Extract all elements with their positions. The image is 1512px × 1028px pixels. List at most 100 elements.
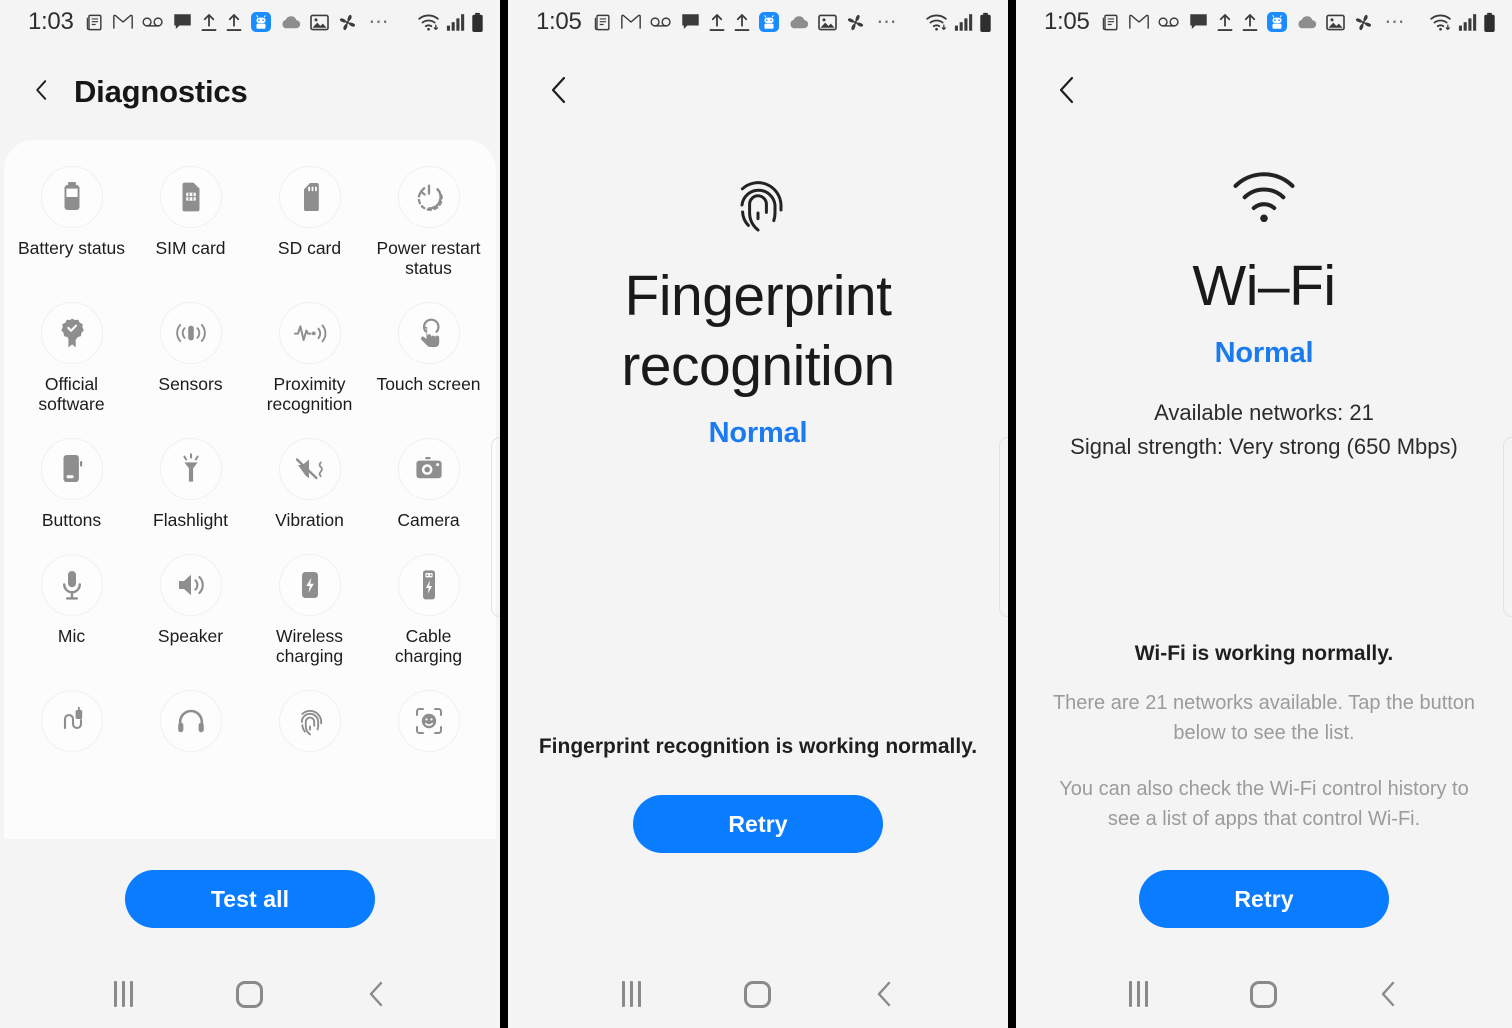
edge-panel-handle[interactable] bbox=[491, 437, 500, 617]
wifi-icon bbox=[926, 14, 947, 31]
diagnostic-tile-sd-card[interactable]: SD card bbox=[250, 166, 369, 278]
verified-badge-icon bbox=[40, 302, 103, 364]
diagnostic-tile-battery-status[interactable]: Battery status bbox=[12, 166, 131, 278]
cellular-signal-icon bbox=[446, 14, 465, 31]
recents-button[interactable] bbox=[93, 964, 153, 1024]
phone-screen-wifi-result: 1:05 ⋯ Wi–Fi Normal Available networks: … bbox=[1016, 0, 1512, 1028]
diagnostic-tile-wireless-charging[interactable]: Wireless charging bbox=[250, 554, 369, 666]
home-button[interactable] bbox=[728, 964, 788, 1024]
diagnostic-tile-label: SIM card bbox=[155, 238, 226, 258]
home-icon bbox=[1250, 980, 1278, 1008]
cable-charging-icon bbox=[397, 554, 460, 616]
diagnostic-tile-face-recognition[interactable] bbox=[369, 690, 488, 762]
screenshot-divider bbox=[1008, 0, 1016, 1028]
diagnostic-tile-usb-cable[interactable] bbox=[12, 690, 131, 762]
power-restart-icon bbox=[397, 166, 460, 228]
back-button[interactable] bbox=[855, 964, 915, 1024]
diagnostic-tile-label: Wireless charging bbox=[275, 626, 344, 666]
touch-screen-icon bbox=[397, 302, 460, 364]
test-all-button[interactable]: Test all bbox=[125, 870, 375, 928]
diagnostics-card: Battery status SIM card SD card Power re… bbox=[4, 140, 496, 839]
diagnostic-tile-power-restart-status[interactable]: Power restart status bbox=[369, 166, 488, 278]
upload-icon bbox=[734, 13, 749, 31]
android-bot-icon bbox=[758, 12, 779, 32]
diagnostic-tile-label: Cable charging bbox=[394, 626, 463, 666]
recents-button[interactable] bbox=[601, 964, 661, 1024]
diagnostic-tile-label: Proximity recognition bbox=[266, 374, 353, 414]
diagnostic-tile-sensors[interactable]: Sensors bbox=[131, 302, 250, 414]
status-bar-notification-icons: ⋯ bbox=[593, 12, 899, 32]
three-screenshot-strip: 1:03 ⋯ Diagnostics Battery status SIM ca… bbox=[0, 0, 1512, 1028]
photos-icon bbox=[309, 14, 329, 30]
android-bot-icon bbox=[250, 12, 271, 32]
overflow-dots-icon: ⋯ bbox=[876, 11, 899, 33]
diagnostic-tile-label: SD card bbox=[277, 238, 342, 258]
status-bar: 1:05 ⋯ bbox=[1016, 0, 1512, 44]
recents-button[interactable] bbox=[1109, 964, 1169, 1024]
result-hint-networks: There are 21 networks available. Tap the… bbox=[1052, 692, 1476, 744]
back-button[interactable] bbox=[347, 964, 407, 1024]
retry-button[interactable]: Retry bbox=[633, 795, 883, 853]
navigation-bar bbox=[0, 960, 500, 1028]
back-button[interactable] bbox=[1054, 74, 1080, 111]
news-icon bbox=[1102, 14, 1118, 30]
diagnostic-tile-sim-card[interactable]: SIM card bbox=[131, 166, 250, 278]
wifi-icon bbox=[1430, 14, 1451, 31]
retry-button[interactable]: Retry bbox=[1139, 870, 1389, 928]
speaker-icon bbox=[159, 554, 222, 616]
app-bar: Diagnostics bbox=[0, 44, 500, 140]
diagnostic-tile-headphones[interactable] bbox=[131, 690, 250, 762]
usb-cable-icon bbox=[40, 690, 103, 752]
app-bar bbox=[1016, 44, 1512, 140]
chevron-left-icon bbox=[877, 981, 890, 1007]
diagnostic-tile-vibration[interactable]: Vibration bbox=[250, 438, 369, 530]
diagnostic-tile-buttons[interactable]: Buttons bbox=[12, 438, 131, 530]
home-button[interactable] bbox=[220, 964, 280, 1024]
diagnostic-tile-touch-screen[interactable]: Touch screen bbox=[369, 302, 488, 414]
pinwheel-icon bbox=[1355, 14, 1371, 30]
gmail-icon bbox=[112, 14, 133, 29]
diagnostic-tile-official-software[interactable]: Official software bbox=[12, 302, 131, 414]
diagnostic-tile-fingerprint[interactable] bbox=[250, 690, 369, 762]
status-bar-notification-icons: ⋯ bbox=[85, 12, 391, 32]
result-title: Fingerprint recognition bbox=[621, 261, 895, 401]
message-icon bbox=[173, 14, 191, 29]
edge-panel-handle[interactable] bbox=[1503, 437, 1512, 617]
diagnostic-tile-camera[interactable]: Camera bbox=[369, 438, 488, 530]
result-summary-block: Fingerprint recognition is working norma… bbox=[508, 735, 1008, 853]
result-summary-block: Wi-Fi is working normally. There are 21 … bbox=[1016, 642, 1512, 928]
message-icon bbox=[1189, 14, 1207, 29]
status-bar-clock: 1:05 bbox=[536, 8, 582, 35]
proximity-icon bbox=[278, 302, 341, 364]
upload-icon bbox=[226, 13, 241, 31]
voicemail-icon bbox=[141, 17, 163, 27]
edge-panel-handle[interactable] bbox=[999, 437, 1008, 617]
diagnostic-tile-cable-charging[interactable]: Cable charging bbox=[369, 554, 488, 666]
recents-icon bbox=[113, 981, 133, 1007]
back-button[interactable] bbox=[1359, 964, 1419, 1024]
diagnostics-grid: Battery status SIM card SD card Power re… bbox=[12, 166, 488, 762]
status-bar-system-icons bbox=[1429, 12, 1496, 33]
chevron-left-icon bbox=[1059, 76, 1074, 103]
upload-icon bbox=[1217, 13, 1232, 31]
pinwheel-icon bbox=[847, 14, 863, 30]
back-button[interactable] bbox=[30, 78, 54, 107]
message-icon bbox=[681, 14, 699, 29]
diagnostic-tile-label: Mic bbox=[57, 626, 86, 646]
diagnostic-tile-flashlight[interactable]: Flashlight bbox=[131, 438, 250, 530]
back-button[interactable] bbox=[546, 74, 572, 111]
result-title-line1: Fingerprint bbox=[624, 264, 892, 328]
page-title: Diagnostics bbox=[74, 74, 248, 109]
diagnostic-tile-label: Sensors bbox=[158, 374, 223, 394]
diagnostic-tile-mic[interactable]: Mic bbox=[12, 554, 131, 666]
diagnostic-tile-speaker[interactable]: Speaker bbox=[131, 554, 250, 666]
face-recognition-icon bbox=[397, 690, 460, 752]
diagnostic-tile-label: Speaker bbox=[157, 626, 224, 646]
photos-icon bbox=[1325, 14, 1345, 30]
home-button[interactable] bbox=[1234, 964, 1294, 1024]
cloud-icon bbox=[789, 15, 808, 28]
upload-icon bbox=[709, 13, 724, 31]
battery-icon bbox=[40, 166, 103, 228]
status-bar: 1:05 ⋯ bbox=[508, 0, 1008, 44]
diagnostic-tile-proximity-recognition[interactable]: Proximity recognition bbox=[250, 302, 369, 414]
